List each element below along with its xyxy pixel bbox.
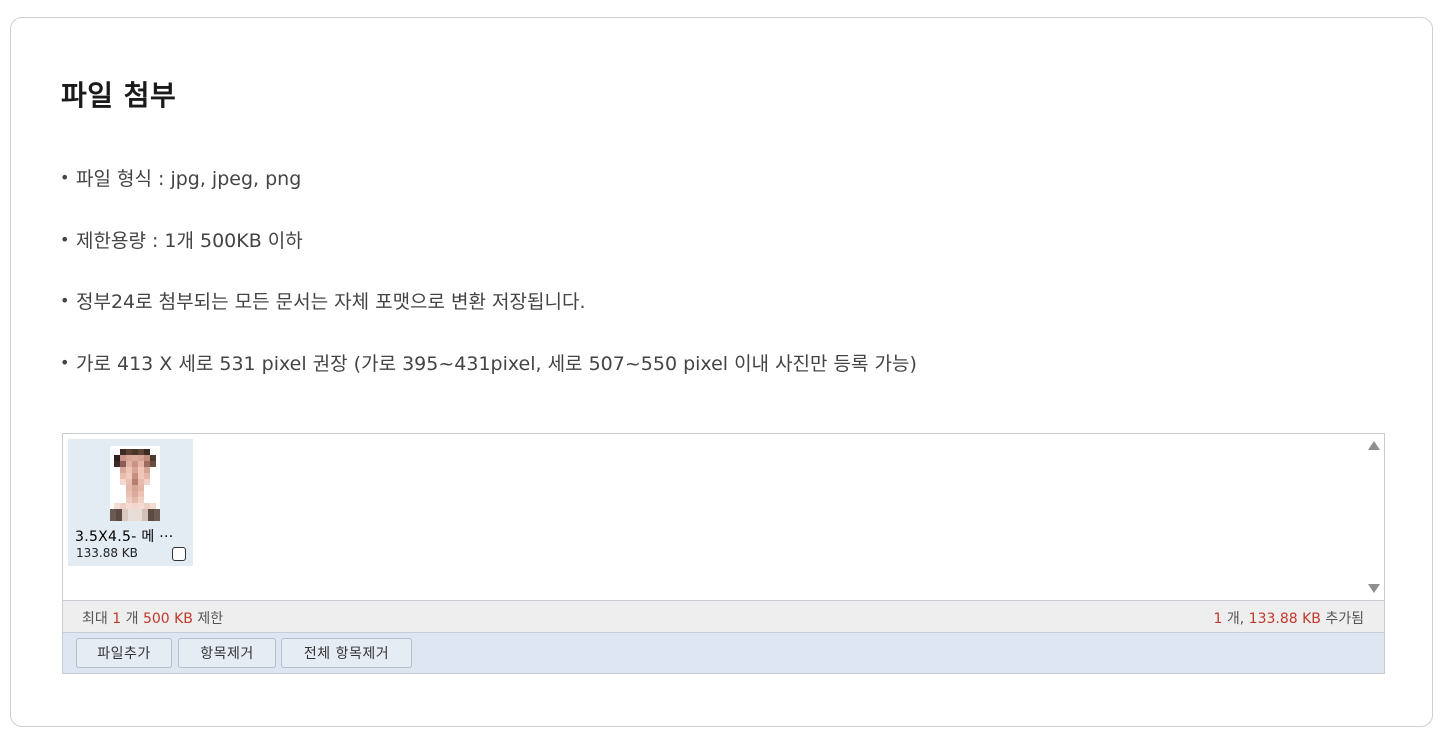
limit-count-unit: 개: [125, 611, 139, 627]
upload-status-bar: 최대 1 개 500 KB 제한 1 개, 133.88 KB 추가됨: [63, 600, 1384, 632]
bullet-icon: •: [60, 229, 70, 249]
note-item-pixel-size: • 가로 413 X 세로 531 pixel 권장 (가로 395~431pi…: [60, 351, 917, 413]
upload-added-text: 1 개, 133.88 KB 추가됨: [1214, 608, 1365, 628]
note-item-size-limit: • 제한용량 : 1개 500KB 이하: [60, 228, 917, 290]
file-item[interactable]: 3.5X4.5- 메 ··· 133.88 KB: [68, 439, 193, 566]
added-size: 133.88 KB: [1248, 611, 1321, 627]
added-suffix: 추가됨: [1325, 611, 1364, 627]
section-title: 파일 첨부: [61, 79, 177, 112]
add-file-button[interactable]: 파일추가: [76, 638, 172, 668]
file-uploader: 3.5X4.5- 메 ··· 133.88 KB 최대 1 개 500 KB 제…: [62, 433, 1385, 674]
note-item-file-format: • 파일 형식 : jpg, jpeg, png: [60, 166, 917, 228]
scroll-down-arrow-icon[interactable]: [1368, 584, 1380, 593]
file-size: 133.88 KB: [76, 546, 138, 560]
bullet-icon: •: [60, 291, 70, 310]
upload-limit-text: 최대 1 개 500 KB 제한: [82, 608, 223, 628]
uploader-button-bar: 파일추가 항목제거 전체 항목제거: [63, 632, 1384, 673]
bullet-icon: •: [60, 168, 70, 187]
notes-list: • 파일 형식 : jpg, jpeg, png • 제한용량 : 1개 500…: [60, 166, 917, 412]
added-count: 1: [1213, 611, 1223, 627]
remove-all-items-button[interactable]: 전체 항목제거: [281, 638, 412, 668]
limit-prefix: 최대: [82, 611, 108, 627]
limit-size: 500 KB: [142, 611, 193, 627]
file-name: 3.5X4.5- 메 ···: [75, 529, 174, 545]
portrait-thumbnail-image: [110, 446, 160, 521]
file-select-checkbox[interactable]: [172, 547, 186, 561]
remove-item-button[interactable]: 항목제거: [178, 638, 276, 668]
note-text: 정부24로 첨부되는 모든 문서는 자체 포맷으로 변환 저장됩니다.: [76, 291, 586, 313]
limit-suffix: 제한: [197, 611, 224, 627]
bullet-icon: •: [60, 352, 70, 372]
added-count-unit: 개,: [1226, 611, 1245, 627]
note-text: 가로 413 X 세로 531 pixel 권장 (가로 395~431pixe…: [76, 352, 917, 375]
file-attachment-card: 파일 첨부 • 파일 형식 : jpg, jpeg, png • 제한용량 : …: [10, 17, 1433, 727]
note-item-conversion: • 정부24로 첨부되는 모든 문서는 자체 포맷으로 변환 저장됩니다.: [60, 289, 917, 351]
note-text: 파일 형식 : jpg, jpeg, png: [76, 168, 302, 190]
note-text: 제한용량 : 1개 500KB 이하: [76, 229, 303, 252]
file-list-area[interactable]: 3.5X4.5- 메 ··· 133.88 KB: [63, 434, 1384, 600]
limit-count: 1: [112, 611, 122, 627]
file-thumbnail: [110, 446, 160, 521]
scroll-up-arrow-icon[interactable]: [1368, 441, 1380, 450]
